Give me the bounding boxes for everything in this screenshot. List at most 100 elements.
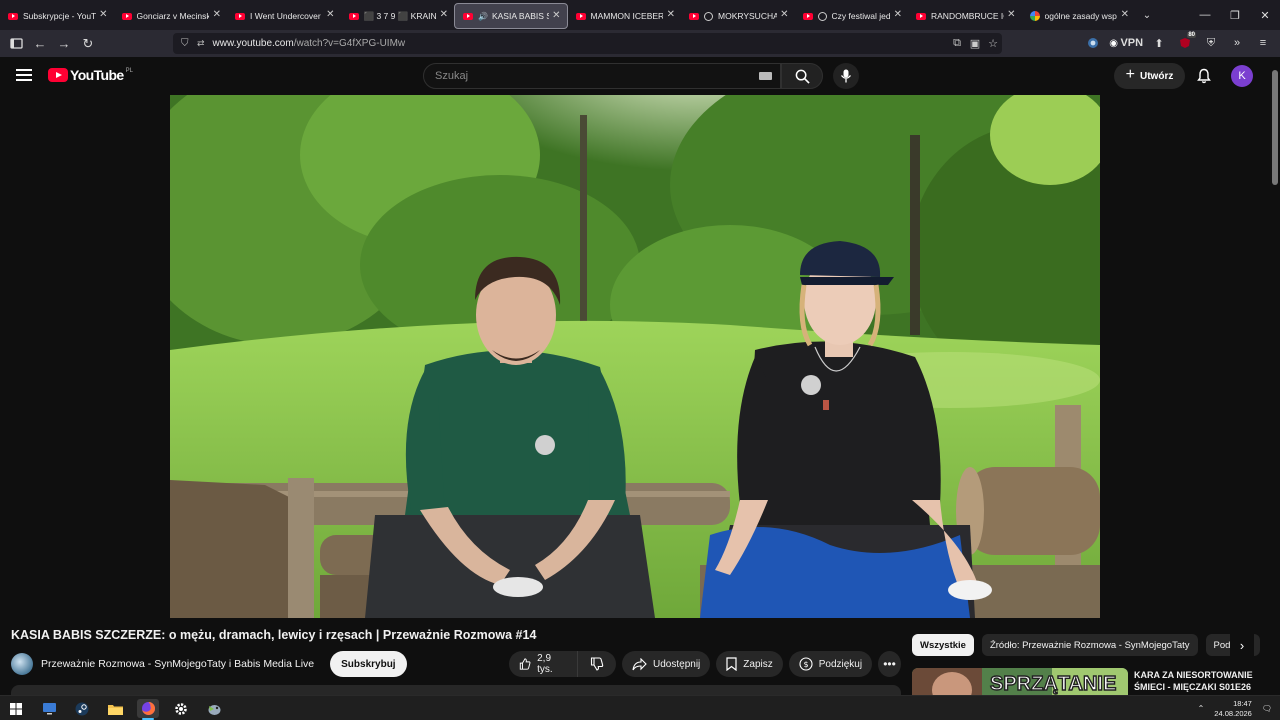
monitor-app-icon[interactable] [38, 699, 60, 718]
recommended-video[interactable]: SPRZĄTANIE KARA ZA NIESORTOWANIE ŚMIECI … [912, 668, 1264, 695]
voice-search-button[interactable] [833, 63, 859, 89]
toolbar-extensions: ◉ VPN ⬆ 80 ⛨ » ≡ [1082, 32, 1274, 53]
tab-label: Czy festiwal jedzenia [831, 11, 891, 21]
restore-icon[interactable]: ❐ [1220, 9, 1250, 22]
recommended-title[interactable]: KARA ZA NIESORTOWANIE ŚMIECI - MIĘCZAKI … [1134, 669, 1264, 693]
tab-close-icon[interactable]: ✕ [780, 9, 788, 20]
search-button[interactable] [781, 63, 823, 89]
window-controls: — ❐ ✕ [1190, 0, 1280, 30]
address-bar[interactable]: ⛉ ⇄ www.youtube.com/watch?v=G4fXPG-UIMw … [173, 33, 1002, 54]
forward-arrow-icon[interactable]: → [52, 33, 76, 55]
reader-view-icon[interactable]: ▣ [966, 37, 984, 50]
tray-chevron-up-icon[interactable]: ⌃ [1198, 704, 1205, 713]
browser-tab[interactable]: ⬛ 3 7 9 ⬛ KRAINA ✕ [341, 3, 455, 29]
page-scrollbar[interactable] [1270, 57, 1280, 695]
tab-close-icon[interactable]: ✕ [326, 9, 334, 20]
clock[interactable]: 18:47 24.08.2026 [1214, 699, 1252, 719]
file-explorer-icon[interactable] [104, 699, 126, 718]
notifications-tray-icon[interactable]: 🗨 [1262, 704, 1272, 713]
tab-close-icon[interactable]: ✕ [440, 9, 448, 20]
browser-tab-active[interactable]: 🔊 KASIA BABIS SZCZERZE ✕ [454, 3, 568, 29]
guide-menu-icon[interactable] [16, 69, 32, 81]
thumbnail-text: SPRZĄTANIE [990, 673, 1116, 695]
browser-tab[interactable]: RANDOMBRUCE ICEBERG ✕ [908, 3, 1022, 29]
notifications-button[interactable] [1193, 65, 1215, 87]
browser-tab[interactable]: MAMMON ICEBERG | ✕ [568, 3, 682, 29]
description-box[interactable] [11, 685, 901, 695]
close-window-icon[interactable]: ✕ [1250, 9, 1280, 22]
tab-label: KASIA BABIS SZCZERZE [491, 11, 549, 21]
create-button[interactable]: + Utwórz [1114, 63, 1185, 89]
browser-tab[interactable]: MOKRYSUCHAR ✕ [681, 3, 795, 29]
youtube-favicon-icon [463, 12, 473, 20]
vpn-button[interactable]: ◉ VPN [1108, 33, 1144, 53]
bird-app-icon[interactable] [203, 699, 225, 718]
like-button[interactable]: 2,9 tys. [509, 651, 578, 677]
tracking-shield-icon[interactable]: ⛉ [181, 38, 193, 50]
chevron-right-icon[interactable]: › [1230, 634, 1254, 656]
tab-label: MAMMON ICEBERG | [590, 11, 664, 21]
save-button[interactable]: Zapisz [716, 651, 783, 677]
url-host: www.youtube.com [212, 38, 294, 49]
browser-tab[interactable]: I Went Undercover in ✕ [227, 3, 341, 29]
app-menu-icon[interactable]: ≡ [1252, 33, 1274, 53]
sidebar-toggle-icon[interactable] [4, 33, 28, 55]
overflow-chevrons-icon[interactable]: » [1226, 33, 1248, 53]
minimize-icon[interactable]: — [1190, 9, 1220, 21]
channel-avatar[interactable] [11, 653, 33, 675]
tab-close-icon[interactable]: ✕ [1007, 9, 1015, 20]
extension-puzzle-icon[interactable]: ⬆ [1148, 33, 1170, 53]
create-label: Utwórz [1140, 70, 1174, 82]
ublock-icon[interactable]: 80 [1174, 32, 1196, 53]
tab-label: ⬛ 3 7 9 ⬛ KRAINA [363, 10, 437, 21]
chip-from-source[interactable]: Źródło: Przeważnie Rozmowa - SynMojegoTa… [981, 634, 1198, 656]
tab-close-icon[interactable]: ✕ [894, 9, 902, 20]
video-actions: 2,9 tys. Udostępnij Zapisz $ Podziękuj •… [509, 651, 901, 677]
reload-icon[interactable]: ↻ [76, 33, 100, 55]
dislike-button[interactable] [577, 651, 617, 677]
steam-icon[interactable] [71, 699, 93, 718]
search-input[interactable]: Szukaj [423, 63, 781, 89]
browser-toolbar: ← → ↻ ⛉ ⇄ www.youtube.com/watch?v=G4fXPG… [0, 30, 1280, 57]
privacy-badger-icon[interactable]: ⛨ [1200, 33, 1222, 53]
browser-tab[interactable]: Czy festiwal jedzenia ✕ [795, 3, 909, 29]
youtube-play-logo-icon [48, 68, 68, 82]
channel-name[interactable]: Przeważnie Rozmowa - SynMojegoTaty i Bab… [41, 658, 314, 670]
share-button[interactable]: Udostępnij [622, 651, 711, 677]
video-player[interactable] [170, 95, 1100, 618]
browser-tab[interactable]: ogólne zasady współ ✕ [1022, 3, 1136, 29]
subscribe-button[interactable]: Subskrybuj [330, 651, 407, 677]
extension-badge: 80 [1187, 32, 1196, 38]
tab-label: RANDOMBRUCE ICEBERG [931, 11, 1004, 21]
search-icon [795, 69, 810, 84]
scrollbar-thumb[interactable] [1272, 70, 1278, 185]
tab-close-icon[interactable]: ✕ [213, 9, 221, 20]
recommended-thumbnail[interactable]: SPRZĄTANIE [912, 668, 1128, 695]
clock-time: 18:47 [1233, 698, 1252, 708]
keyboard-icon[interactable] [759, 72, 772, 80]
thanks-button[interactable]: $ Podziękuj [788, 651, 873, 677]
tab-list-chevron-down-icon[interactable]: ⌄ [1135, 10, 1159, 21]
browser-tab[interactable]: Gonciarz v Mecinski, ✕ [114, 3, 228, 29]
tab-close-icon[interactable]: ✕ [1121, 9, 1129, 20]
youtube-favicon-icon [235, 12, 245, 20]
youtube-logo[interactable]: YouTube PL [48, 67, 133, 83]
windows-start-icon[interactable] [5, 699, 27, 718]
tab-close-icon[interactable]: ✕ [99, 9, 107, 20]
chip-all[interactable]: Wszystkie [912, 634, 974, 656]
back-arrow-icon[interactable]: ← [28, 33, 52, 55]
thumbnail-image: SPRZĄTANIE [912, 668, 1128, 695]
picture-in-picture-icon[interactable]: ⧉ [948, 37, 966, 50]
browser-tab[interactable]: Subskrypcje - YouTube ✕ [0, 3, 114, 29]
more-actions-icon[interactable]: ••• [878, 651, 901, 677]
url-text[interactable]: www.youtube.com/watch?v=G4fXPG-UIMw [213, 38, 948, 49]
bookmark-star-icon[interactable]: ☆ [984, 37, 1002, 50]
permissions-icon[interactable]: ⇄ [197, 38, 205, 49]
tab-close-icon[interactable]: ✕ [667, 9, 675, 20]
firefox-icon[interactable] [137, 699, 159, 720]
extension-shield-icon[interactable] [1082, 33, 1104, 53]
tab-close-icon[interactable]: ✕ [552, 10, 560, 21]
account-avatar[interactable]: K [1231, 65, 1253, 87]
settings-gear-icon[interactable] [170, 699, 192, 718]
speaker-icon[interactable]: 🔊 [478, 12, 488, 21]
